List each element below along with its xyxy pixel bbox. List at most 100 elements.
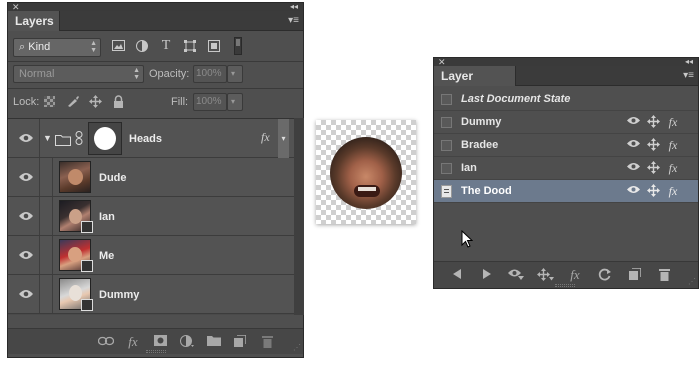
lock-transparent-pixels-icon[interactable] [44, 96, 55, 107]
lock-all-icon[interactable] [111, 95, 125, 111]
position-move-icon[interactable] [646, 115, 660, 129]
link-layers-icon[interactable] [97, 335, 115, 349]
filter-kind-select[interactable]: ⌕ Kind ▲ ▼ [13, 38, 101, 57]
comp-row-ian[interactable]: Ian fx [434, 157, 698, 180]
fill-label: Fill: [171, 96, 189, 108]
resize-grip[interactable] [555, 284, 575, 287]
filter-toggle-icon[interactable] [234, 37, 242, 55]
update-comp-icon[interactable] [596, 268, 612, 282]
trash-icon[interactable] [259, 335, 275, 349]
apply-visibility-icon[interactable] [508, 268, 524, 282]
comp-checkbox[interactable] [441, 140, 452, 151]
layer-name: Dummy [99, 289, 140, 301]
new-comp-icon[interactable] [627, 267, 643, 282]
type-filter-icon[interactable]: T [159, 39, 173, 53]
fx-icon[interactable]: fx [666, 115, 680, 129]
visibility-eye-icon[interactable] [626, 161, 640, 175]
blend-mode-select[interactable]: Normal ▲ ▼ [13, 65, 144, 83]
opacity-dropdown-button[interactable]: ▾ [227, 65, 243, 83]
fx-icon[interactable]: fx [666, 184, 680, 198]
panel-menu-icon[interactable]: ▾≡ [285, 15, 299, 27]
visibility-eye-icon[interactable] [626, 138, 640, 152]
visibility-eye-icon[interactable] [19, 211, 33, 221]
layers-scrollbar[interactable] [294, 118, 304, 315]
adjustment-filter-icon[interactable] [135, 40, 149, 55]
chain-link-icon[interactable] [75, 131, 83, 150]
fill-dropdown-button[interactable]: ▾ [227, 93, 243, 111]
layer-row-heads[interactable]: ▼ Heads fx ▾ [8, 119, 294, 158]
previous-comp-icon[interactable] [449, 268, 465, 282]
fx-icon[interactable]: fx [666, 138, 680, 152]
next-comp-icon[interactable] [479, 268, 495, 282]
layer-style-icon[interactable]: fx [125, 335, 141, 349]
transparent-canvas-preview [316, 120, 416, 224]
smart-object-filter-icon[interactable] [207, 40, 221, 55]
comp-row-bradee[interactable]: Bradee fx [434, 134, 698, 157]
position-move-icon[interactable] [646, 138, 660, 152]
fx-icon[interactable]: fx [666, 161, 680, 175]
fx-icon[interactable]: fx [261, 130, 270, 145]
apply-style-icon[interactable]: fx [567, 268, 583, 282]
visibility-eye-icon[interactable] [626, 115, 640, 129]
fill-input[interactable]: 100% [193, 93, 227, 111]
resize-corner-icon[interactable]: ⋰ [293, 344, 301, 352]
divider [39, 236, 40, 274]
comp-name: The Dood [461, 185, 512, 197]
visibility-eye-icon[interactable] [19, 172, 33, 182]
smart-object-badge-icon [81, 221, 93, 233]
layers-footer: fx ⋰ [8, 328, 303, 354]
resize-corner-icon[interactable]: ⋰ [688, 278, 696, 286]
lock-label: Lock: [13, 96, 40, 108]
position-move-icon[interactable] [646, 161, 660, 175]
divider [52, 158, 53, 196]
comp-checkbox[interactable] [441, 117, 452, 128]
layer-row-me[interactable]: Me [8, 236, 294, 275]
collapse-panel-button[interactable]: ◂◂ [685, 58, 693, 66]
layer-row-dude[interactable]: Dude [8, 158, 294, 197]
tab-layers[interactable]: Layers [8, 11, 60, 31]
new-group-icon[interactable] [206, 335, 222, 349]
divider [39, 275, 40, 313]
comp-row-the-dood[interactable]: The Dood fx [434, 180, 698, 203]
smart-object-badge-icon [81, 299, 93, 311]
group-mask-thumbnail[interactable] [88, 122, 122, 155]
opacity-input[interactable]: 100% [193, 65, 227, 83]
comp-checkbox[interactable] [441, 94, 452, 105]
lock-image-pixels-icon[interactable] [66, 95, 80, 110]
visibility-eye-icon[interactable] [626, 184, 640, 198]
expand-triangle-icon[interactable]: ▼ [43, 133, 52, 143]
divider [8, 88, 303, 89]
shape-filter-icon[interactable] [183, 40, 197, 55]
tab-layer-comps[interactable]: Layer Comps [434, 66, 516, 103]
comps-footer: fx ⋰ [434, 261, 698, 288]
new-layer-icon[interactable] [232, 334, 248, 349]
resize-grip[interactable] [146, 350, 166, 353]
add-mask-icon[interactable] [152, 335, 168, 349]
comp-row-last-document-state[interactable]: Last Document State [434, 88, 698, 111]
effects-expand-button[interactable]: ▾ [278, 119, 289, 158]
applied-comp-icon[interactable] [441, 185, 452, 198]
visibility-eye-icon[interactable] [19, 289, 33, 299]
folder-icon [55, 133, 71, 151]
search-icon: ⌕ [19, 41, 26, 53]
comp-row-dummy[interactable]: Dummy fx [434, 111, 698, 134]
layer-row-dummy[interactable]: Dummy [8, 275, 294, 314]
collapse-panel-button[interactable]: ◂◂ [290, 3, 298, 11]
close-panel-button[interactable]: ✕ [438, 58, 446, 67]
lock-position-icon[interactable] [88, 95, 102, 111]
opacity-label: Opacity: [149, 68, 190, 80]
image-filter-icon[interactable] [111, 40, 125, 54]
trash-icon[interactable] [656, 268, 672, 282]
comp-checkbox[interactable] [441, 163, 452, 174]
visibility-eye-icon[interactable] [19, 133, 33, 143]
adjustment-layer-icon[interactable] [179, 335, 195, 349]
close-panel-button[interactable]: ✕ [12, 3, 20, 12]
position-move-icon[interactable] [646, 184, 660, 198]
layer-list: ▼ Heads fx ▾ Dude Ian Me Dummy [8, 118, 294, 315]
layer-row-ian[interactable]: Ian [8, 197, 294, 236]
visibility-eye-icon[interactable] [19, 250, 33, 260]
layer-thumbnail[interactable] [59, 161, 91, 193]
divider [52, 275, 53, 313]
apply-position-icon[interactable] [537, 268, 554, 282]
panel-menu-icon[interactable]: ▾≡ [680, 70, 694, 82]
